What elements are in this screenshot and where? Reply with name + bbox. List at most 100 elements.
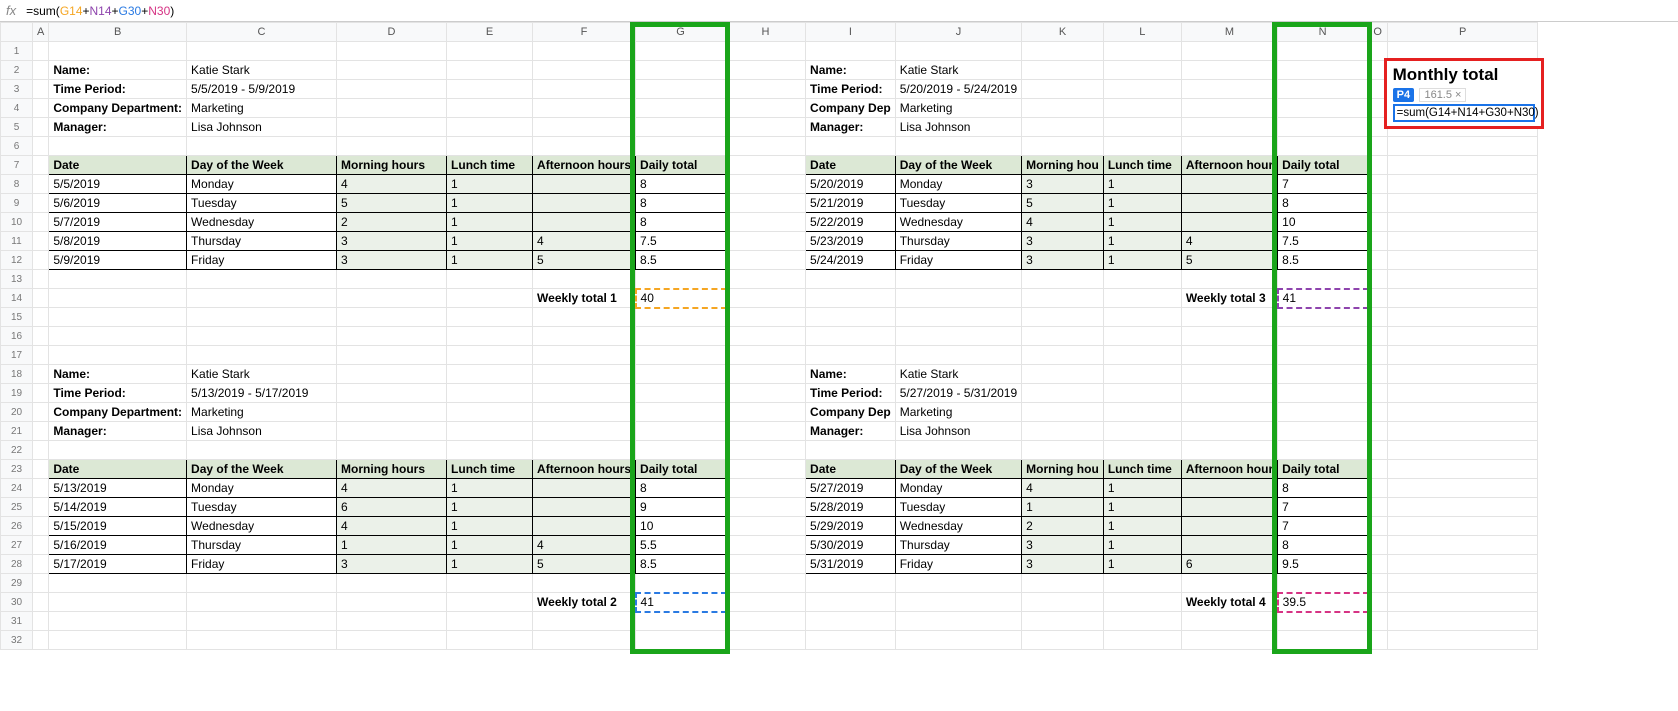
cell-C20[interactable]: Marketing [187, 403, 337, 422]
cell-I23[interactable]: Date [806, 460, 896, 479]
cell-M3[interactable] [1181, 80, 1277, 99]
cell-J2[interactable]: Katie Stark [895, 61, 1021, 80]
cell-E1[interactable] [447, 42, 533, 61]
cell-H6[interactable] [726, 137, 806, 156]
cell-A22[interactable] [33, 441, 49, 460]
cell-B17[interactable] [49, 346, 187, 365]
cell-E18[interactable] [447, 365, 533, 384]
cell-N17[interactable] [1278, 346, 1368, 365]
cell-J5[interactable]: Lisa Johnson [895, 118, 1021, 137]
cell-H27[interactable] [726, 536, 806, 555]
row-header-18[interactable]: 18 [1, 365, 33, 384]
cell-B32[interactable] [49, 631, 187, 650]
cell-O6[interactable] [1368, 137, 1388, 156]
cell-J6[interactable] [895, 137, 1021, 156]
cell-I31[interactable] [806, 612, 896, 631]
cell-J15[interactable] [895, 308, 1021, 327]
cell-B5[interactable]: Manager: [49, 118, 187, 137]
cell-J7[interactable]: Day of the Week [895, 156, 1021, 175]
cell-G31[interactable] [636, 612, 726, 631]
cell-A26[interactable] [33, 517, 49, 536]
cell-C31[interactable] [187, 612, 337, 631]
cell-D32[interactable] [337, 631, 447, 650]
cell-N8[interactable]: 7 [1278, 175, 1368, 194]
cell-K12[interactable]: 3 [1022, 251, 1104, 270]
cell-M13[interactable] [1181, 270, 1277, 289]
cell-F21[interactable] [533, 422, 636, 441]
cell-B18[interactable]: Name: [49, 365, 187, 384]
cell-E23[interactable]: Lunch time [447, 460, 533, 479]
row-header-21[interactable]: 21 [1, 422, 33, 441]
cell-O31[interactable] [1368, 612, 1388, 631]
cell-N20[interactable] [1278, 403, 1368, 422]
cell-D18[interactable] [337, 365, 447, 384]
cell-H3[interactable] [726, 80, 806, 99]
cell-H14[interactable] [726, 289, 806, 308]
cell-O8[interactable] [1368, 175, 1388, 194]
cell-N32[interactable] [1278, 631, 1368, 650]
cell-C15[interactable] [187, 308, 337, 327]
cell-N2[interactable] [1278, 61, 1368, 80]
cell-G5[interactable] [636, 118, 726, 137]
cell-J8[interactable]: Monday [895, 175, 1021, 194]
cell-L22[interactable] [1103, 441, 1181, 460]
cell-B19[interactable]: Time Period: [49, 384, 187, 403]
cell-I30[interactable] [806, 593, 896, 612]
cell-L1[interactable] [1103, 42, 1181, 61]
row-header-5[interactable]: 5 [1, 118, 33, 137]
cell-B10[interactable]: 5/7/2019 [49, 213, 187, 232]
cell-M32[interactable] [1181, 631, 1277, 650]
cell-N22[interactable] [1278, 441, 1368, 460]
cell-L24[interactable]: 1 [1103, 479, 1181, 498]
cell-K9[interactable]: 5 [1022, 194, 1104, 213]
cell-B22[interactable] [49, 441, 187, 460]
cell-P14[interactable] [1388, 289, 1538, 308]
cell-I28[interactable]: 5/31/2019 [806, 555, 896, 574]
cell-P17[interactable] [1388, 346, 1538, 365]
cell-L2[interactable] [1103, 61, 1181, 80]
cell-G24[interactable]: 8 [636, 479, 726, 498]
cell-K16[interactable] [1022, 327, 1104, 346]
cell-N19[interactable] [1278, 384, 1368, 403]
cell-K3[interactable] [1022, 80, 1104, 99]
cell-D3[interactable] [337, 80, 447, 99]
row-header-31[interactable]: 31 [1, 612, 33, 631]
cell-L3[interactable] [1103, 80, 1181, 99]
row-header-22[interactable]: 22 [1, 441, 33, 460]
row-header-24[interactable]: 24 [1, 479, 33, 498]
cell-M21[interactable] [1181, 422, 1277, 441]
cell-C8[interactable]: Monday [187, 175, 337, 194]
cell-G12[interactable]: 8.5 [636, 251, 726, 270]
cell-P30[interactable] [1388, 593, 1538, 612]
row-header-30[interactable]: 30 [1, 593, 33, 612]
cell-H29[interactable] [726, 574, 806, 593]
cell-D10[interactable]: 2 [337, 213, 447, 232]
cell-N15[interactable] [1278, 308, 1368, 327]
cell-B7[interactable]: Date [49, 156, 187, 175]
cell-C14[interactable] [187, 289, 337, 308]
cell-K6[interactable] [1022, 137, 1104, 156]
cell-F17[interactable] [533, 346, 636, 365]
cell-E25[interactable]: 1 [447, 498, 533, 517]
cell-N5[interactable] [1278, 118, 1368, 137]
cell-O25[interactable] [1368, 498, 1388, 517]
cell-D16[interactable] [337, 327, 447, 346]
cell-M7[interactable]: Afternoon hour [1181, 156, 1277, 175]
cell-O22[interactable] [1368, 441, 1388, 460]
cell-K23[interactable]: Morning hou [1022, 460, 1104, 479]
cell-C3[interactable]: 5/5/2019 - 5/9/2019 [187, 80, 337, 99]
row-header-7[interactable]: 7 [1, 156, 33, 175]
cell-J1[interactable] [895, 42, 1021, 61]
cell-N3[interactable] [1278, 80, 1368, 99]
cell-N1[interactable] [1278, 42, 1368, 61]
cell-H18[interactable] [726, 365, 806, 384]
cell-G3[interactable] [636, 80, 726, 99]
cell-C22[interactable] [187, 441, 337, 460]
cell-K5[interactable] [1022, 118, 1104, 137]
cell-J27[interactable]: Thursday [895, 536, 1021, 555]
cell-D2[interactable] [337, 61, 447, 80]
cell-I16[interactable] [806, 327, 896, 346]
cell-O21[interactable] [1368, 422, 1388, 441]
cell-I22[interactable] [806, 441, 896, 460]
cell-J9[interactable]: Tuesday [895, 194, 1021, 213]
